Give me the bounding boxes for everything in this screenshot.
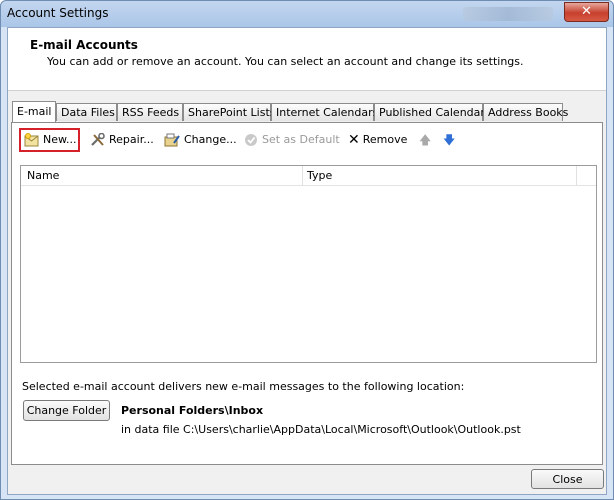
set-as-default-button[interactable]: Set as Default [244, 130, 340, 150]
tab-email[interactable]: E-mail [12, 101, 56, 122]
new-account-icon [24, 133, 39, 147]
title-bar-decoration [463, 7, 553, 21]
tab-rss-feeds[interactable]: RSS Feeds [117, 103, 183, 121]
email-tab-panel: New... Repair... Change... Set as Defaul… [11, 122, 603, 465]
account-list[interactable]: Name Type [20, 165, 597, 363]
window-close-button[interactable]: ✕ [564, 2, 609, 22]
move-up-button[interactable]: 🡅 [419, 130, 431, 150]
list-header: Name Type [21, 166, 596, 186]
set-as-default-label: Set as Default [262, 133, 340, 146]
dialog-header: E-mail Accounts You can add or remove an… [8, 28, 606, 91]
title-bar[interactable]: Account Settings ✕ [1, 1, 613, 27]
remove-button-label: Remove [362, 133, 408, 146]
header-subtitle: You can add or remove an account. You ca… [47, 55, 524, 68]
delivery-folder-name: Personal Folders\Inbox [121, 404, 264, 417]
remove-button[interactable]: ✕ Remove [348, 130, 407, 150]
tab-internet-calendars[interactable]: Internet Calendars [271, 103, 378, 121]
close-icon: ✕ [581, 4, 592, 19]
account-toolbar: New... Repair... Change... Set as Defaul… [18, 128, 598, 154]
tab-published-calendars[interactable]: Published Calendars [374, 103, 491, 121]
tab-address-books[interactable]: Address Books [483, 103, 568, 121]
arrow-up-icon: 🡅 [419, 133, 432, 147]
change-button-label: Change... [184, 133, 237, 146]
repair-tools-icon [91, 133, 105, 146]
dialog-client-area: E-mail Accounts You can add or remove an… [7, 27, 607, 495]
column-header-name[interactable]: Name [21, 166, 303, 185]
tab-data-files[interactable]: Data Files [56, 103, 117, 121]
change-account-icon [164, 133, 180, 147]
repair-button-label: Repair... [109, 133, 154, 146]
change-folder-button[interactable]: Change Folder [23, 400, 110, 421]
column-header-type[interactable]: Type [303, 166, 577, 185]
move-down-button[interactable]: 🡇 [443, 130, 455, 150]
delivery-description: Selected e-mail account delivers new e-m… [22, 380, 465, 393]
remove-x-icon: ✕ [348, 132, 360, 148]
repair-button[interactable]: Repair... [90, 130, 154, 150]
change-button[interactable]: Change... [164, 130, 237, 150]
tab-sharepoint-lists[interactable]: SharePoint Lists [183, 103, 276, 121]
account-settings-window: Account Settings ✕ E-mail Accounts You c… [0, 0, 614, 500]
new-button[interactable]: New... [24, 130, 76, 150]
delivery-folder-path: in data file C:\Users\charlie\AppData\Lo… [121, 423, 521, 436]
close-button[interactable]: Close [531, 469, 604, 489]
checkmark-icon [245, 134, 257, 146]
new-button-label: New... [43, 133, 77, 146]
header-title: E-mail Accounts [30, 38, 138, 52]
arrow-down-icon: 🡇 [443, 133, 456, 147]
window-title: Account Settings [7, 6, 109, 20]
